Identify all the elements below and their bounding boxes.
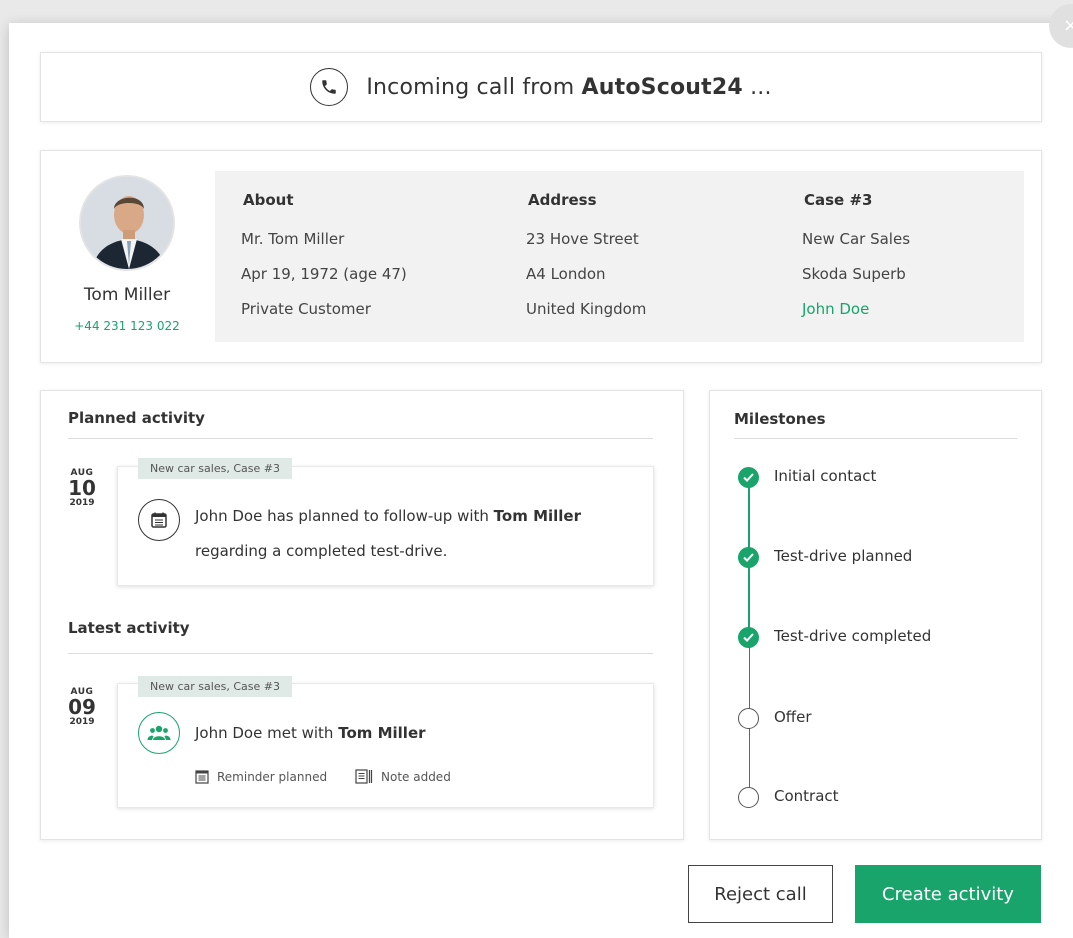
call-prefix: Incoming call from <box>366 74 582 100</box>
latest-activity-tag: New car sales, Case #3 <box>138 676 292 697</box>
case-line: Skoda Superb <box>802 265 906 283</box>
calendar-icon <box>138 499 180 541</box>
phone-icon <box>310 68 349 106</box>
planned-activity-title: Planned activity <box>68 409 205 427</box>
group-icon <box>138 712 180 754</box>
note-added: Note added <box>355 769 451 784</box>
customer-card: Tom Miller +44 231 123 022 About Mr. Tom… <box>40 150 1042 363</box>
address-line: 23 Hove Street <box>526 230 639 248</box>
reject-call-button[interactable]: Reject call <box>688 865 833 923</box>
milestone-contract: Contract <box>774 787 839 805</box>
latest-text-name: Tom Miller <box>338 724 426 742</box>
create-activity-button[interactable]: Create activity <box>855 865 1041 923</box>
note-icon <box>355 769 373 784</box>
date-day: 09 <box>68 695 96 719</box>
reminder-planned-label: Reminder planned <box>217 769 328 784</box>
address-line: United Kingdom <box>526 300 647 318</box>
check-icon <box>738 627 759 648</box>
activity-card: Planned activity AUG 10 2019 John Doe ha… <box>40 390 684 840</box>
milestone-initial-contact: Initial contact <box>774 467 877 485</box>
call-suffix: ... <box>742 74 772 100</box>
note-added-label: Note added <box>381 769 451 784</box>
case-owner-link[interactable]: John Doe <box>802 300 869 318</box>
about-line: Private Customer <box>241 300 371 318</box>
divider <box>68 653 653 654</box>
latest-activity-title: Latest activity <box>68 619 190 637</box>
milestones-title: Milestones <box>734 410 826 428</box>
case-line: New Car Sales <box>802 230 911 248</box>
milestone-test-drive-completed: Test-drive completed <box>774 627 932 645</box>
check-icon <box>738 467 759 488</box>
planned-activity-tag: New car sales, Case #3 <box>138 458 292 479</box>
date-year: 2019 <box>69 717 95 727</box>
planned-text-name: Tom Miller <box>493 507 581 525</box>
about-line: Mr. Tom Miller <box>241 230 345 248</box>
latest-activity-item[interactable]: John Doe met with Tom Miller Reminder pl… <box>117 683 654 808</box>
incoming-call-banner: Incoming call from AutoScout24 ... <box>40 52 1042 122</box>
planned-text-a: John Doe has planned to follow-up with <box>195 507 494 525</box>
customer-info: About Mr. Tom Miller Apr 19, 1972 (age 4… <box>215 171 1024 342</box>
incoming-call-modal: Incoming call from AutoScout24 ... Tom M… <box>9 23 1073 938</box>
customer-name: Tom Miller <box>83 285 171 305</box>
latest-date: AUG 09 2019 <box>67 687 97 727</box>
address-line: A4 London <box>526 265 606 283</box>
empty-circle-icon <box>738 787 759 808</box>
caller-name: AutoScout24 <box>581 74 743 100</box>
planned-activity-text-line2: regarding a completed test-drive. <box>195 542 448 560</box>
avatar <box>79 175 175 271</box>
date-year: 2019 <box>69 498 95 508</box>
latest-text-a: John Doe met with <box>195 724 339 742</box>
milestone-test-drive-planned: Test-drive planned <box>774 547 913 565</box>
case-title: Case #3 <box>804 191 873 209</box>
divider <box>68 438 653 439</box>
date-day: 10 <box>68 476 96 500</box>
divider <box>734 438 1017 439</box>
reminder-planned: Reminder planned <box>195 769 327 784</box>
incoming-call-text: Incoming call from AutoScout24 ... <box>366 75 771 100</box>
planned-activity-text-line1: John Doe has planned to follow-up with T… <box>195 498 581 534</box>
latest-activity-text: John Doe met with Tom Miller <box>195 715 426 751</box>
planned-date: AUG 10 2019 <box>67 468 97 508</box>
reminder-icon <box>195 770 209 784</box>
milestones-card: Milestones Initial contact Test-drive pl… <box>709 390 1042 840</box>
about-line: Apr 19, 1972 (age 47) <box>241 265 407 283</box>
customer-phone[interactable]: +44 231 123 022 <box>41 319 213 333</box>
empty-circle-icon <box>738 708 759 729</box>
check-icon <box>738 547 759 568</box>
milestone-offer: Offer <box>774 708 812 726</box>
planned-activity-item[interactable]: John Doe has planned to follow-up with T… <box>117 466 654 586</box>
address-title: Address <box>528 191 597 209</box>
about-title: About <box>243 191 294 209</box>
